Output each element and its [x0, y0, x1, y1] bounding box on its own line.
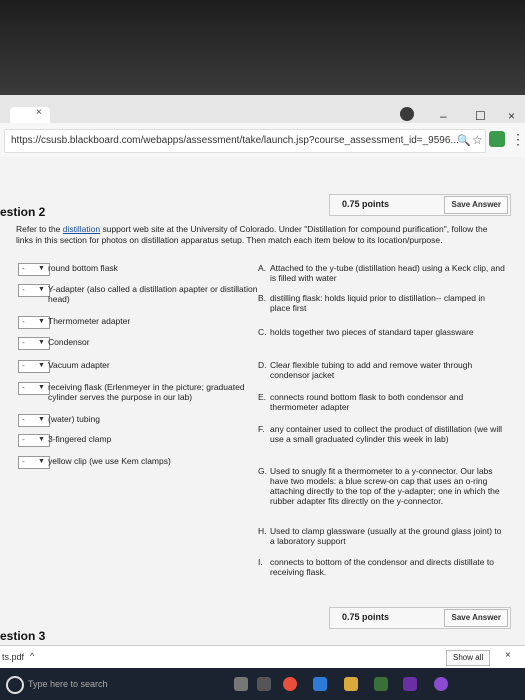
photo-frame-top [0, 0, 525, 95]
dropdown-arrow-icon: ▼ [38, 286, 45, 293]
answer-select[interactable]: - ▼ [18, 360, 50, 373]
chevron-up-icon[interactable]: ^ [30, 651, 34, 661]
app-icon[interactable] [434, 677, 448, 691]
answer-select[interactable]: - ▼ [18, 434, 50, 447]
close-downloads-icon[interactable]: × [505, 650, 511, 661]
dropdown-arrow-icon: ▼ [38, 265, 45, 272]
dropdown-arrow-icon: ▼ [38, 339, 45, 346]
question-3-points-box: 0.75 points Save Answer [329, 607, 511, 629]
menu-icon[interactable]: ⋮ [511, 131, 525, 148]
search-icon[interactable]: 🔍 [457, 134, 471, 147]
extension-icon[interactable] [489, 131, 505, 147]
answer-select[interactable]: - ▼ [18, 456, 50, 469]
page-content: 0.75 points Save Answer estion 2 Refer t… [0, 157, 525, 680]
question-2-points-box: 0.75 points Save Answer [329, 194, 511, 216]
dropdown-arrow-icon: ▼ [38, 416, 45, 423]
points-label: 0.75 points [342, 612, 390, 622]
url-field[interactable]: https://csusb.blackboard.com/webapps/ass… [4, 129, 486, 153]
question-3-title: estion 3 [0, 629, 46, 643]
bookmark-star-icon[interactable]: ☆ [472, 133, 483, 147]
dropdown-arrow-icon: ▼ [38, 362, 45, 369]
save-answer-button[interactable]: Save Answer [444, 609, 508, 627]
download-bar: ts.pdf ^ Show all × [0, 645, 525, 669]
answer-select[interactable]: - ▼ [18, 263, 50, 276]
browser-tab[interactable] [10, 107, 50, 123]
store-icon[interactable] [374, 677, 388, 691]
dropdown-arrow-icon: ▼ [38, 384, 45, 391]
address-bar: https://csusb.blackboard.com/webapps/ass… [0, 123, 525, 158]
app-icon[interactable] [403, 677, 417, 691]
answer-select[interactable]: - ▼ [18, 382, 50, 395]
mic-icon[interactable] [234, 677, 248, 691]
answer-select[interactable]: - ▼ [18, 284, 50, 297]
points-label: 0.75 points [342, 199, 390, 209]
task-view-icon[interactable] [257, 677, 271, 691]
edge-icon[interactable] [313, 677, 327, 691]
start-icon[interactable] [6, 676, 24, 694]
distillation-link[interactable]: distillation [63, 224, 100, 234]
download-file-name[interactable]: ts.pdf [2, 652, 24, 662]
save-answer-button[interactable]: Save Answer [444, 196, 508, 214]
taskbar-search[interactable]: Type here to search [28, 679, 108, 689]
taskbar: Type here to search [0, 668, 525, 700]
question-instructions: Refer to the distillation support web si… [16, 224, 488, 245]
answer-select[interactable]: - ▼ [18, 414, 50, 427]
close-window-icon[interactable]: × [508, 109, 515, 123]
profile-icon[interactable] [400, 107, 414, 121]
browser-window: × – ☐ × https://csusb.blackboard.com/web… [0, 95, 525, 680]
question-2-title: estion 2 [0, 205, 46, 219]
folder-icon[interactable] [344, 677, 358, 691]
minimize-icon[interactable]: – [440, 109, 447, 123]
chrome-icon[interactable] [283, 677, 297, 691]
answer-select[interactable]: - ▼ [18, 337, 50, 350]
answer-select[interactable]: - ▼ [18, 316, 50, 329]
maximize-icon[interactable]: ☐ [475, 109, 486, 123]
show-all-button[interactable]: Show all [446, 650, 491, 666]
tab-close-icon[interactable]: × [36, 107, 42, 118]
dropdown-arrow-icon: ▼ [38, 458, 45, 465]
dropdown-arrow-icon: ▼ [38, 436, 45, 443]
title-bar: × – ☐ × [0, 95, 525, 123]
url-text: https://csusb.blackboard.com/webapps/ass… [11, 135, 459, 146]
dropdown-arrow-icon: ▼ [38, 318, 45, 325]
